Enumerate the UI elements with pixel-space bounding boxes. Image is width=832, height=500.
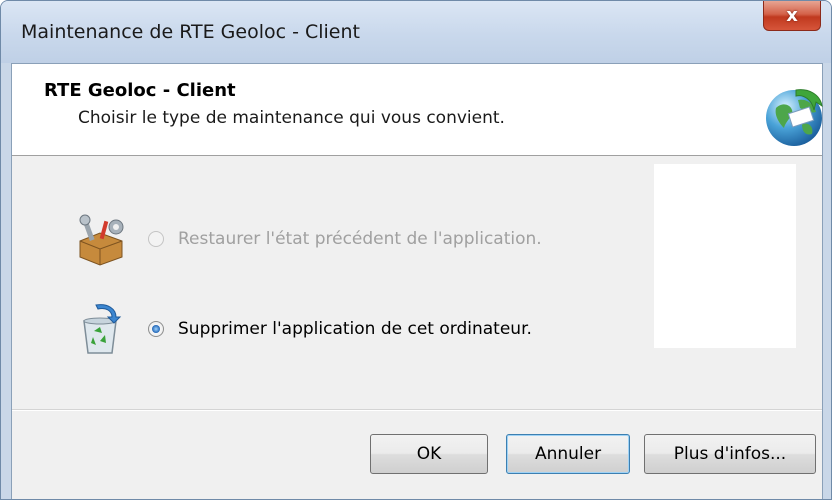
restore-label: Restaurer l'état précédent de l'applicat… — [178, 229, 542, 249]
recycle-bin-icon — [83, 304, 122, 354]
footer-divider-highlight — [12, 410, 822, 411]
option-remove: Supprimer l'application de cet ordinateu… — [72, 304, 532, 354]
repair-toolbox-icon — [79, 214, 124, 266]
more-info-button[interactable]: Plus d'infos... — [644, 434, 816, 474]
remove-radio[interactable] — [148, 321, 164, 337]
option-restore: Restaurer l'état précédent de l'applicat… — [72, 214, 542, 266]
ok-button[interactable]: OK — [370, 434, 488, 474]
restore-radio[interactable] — [148, 231, 164, 247]
close-button[interactable]: x — [763, 1, 821, 31]
dialog-client-area: RTE Geoloc - Client Choisir le type de m… — [11, 63, 823, 499]
title-bar[interactable]: Maintenance de RTE Geoloc - Client x — [1, 1, 831, 63]
dialog-header: RTE Geoloc - Client Choisir le type de m… — [12, 64, 823, 156]
side-panel — [654, 164, 796, 348]
window-title: Maintenance de RTE Geoloc - Client — [21, 21, 360, 43]
remove-label: Supprimer l'application de cet ordinateu… — [178, 319, 532, 339]
maintenance-dialog: Maintenance de RTE Geoloc - Client x RTE… — [0, 0, 832, 500]
close-icon: x — [786, 5, 798, 26]
globe-icon — [766, 89, 823, 146]
header-subtitle: Choisir le type de maintenance qui vous … — [78, 108, 505, 128]
header-title: RTE Geoloc - Client — [44, 80, 236, 101]
cancel-button[interactable]: Annuler — [506, 434, 630, 474]
